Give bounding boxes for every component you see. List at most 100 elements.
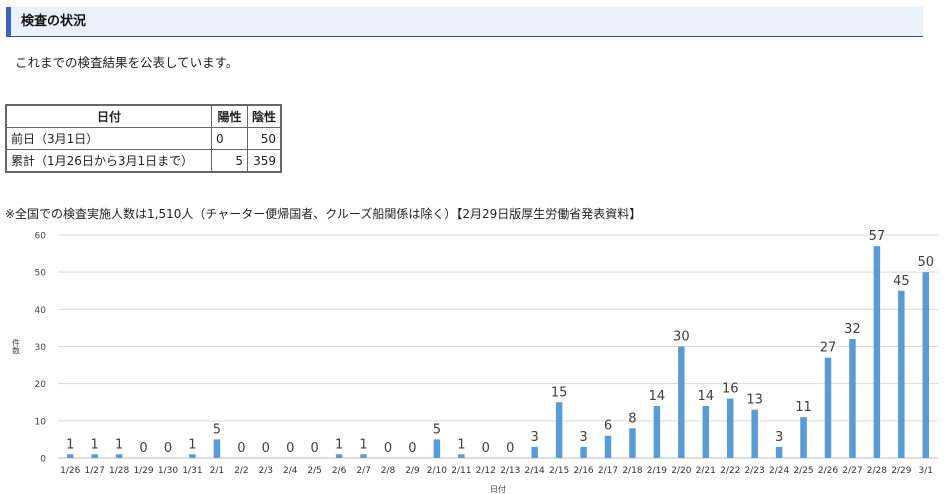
- bar: [653, 405, 661, 458]
- x-tick-label: 2/11: [451, 466, 471, 476]
- y-tick-label: 40: [35, 306, 47, 316]
- y-axis-label: 件数: [12, 338, 21, 356]
- table-header-row: 日付 陽性 陰性: [5, 104, 282, 128]
- data-label: 6: [604, 419, 612, 434]
- x-tick-label: 2/12: [476, 466, 496, 476]
- y-tick-label: 10: [35, 417, 47, 427]
- y-tick-label: 20: [35, 380, 47, 390]
- x-tick-label: 2/9: [405, 466, 420, 476]
- y-tick-label: 0: [40, 455, 46, 465]
- x-tick-label: 2/2: [234, 466, 248, 476]
- x-tick-label: 2/19: [647, 466, 667, 476]
- bar: [702, 405, 710, 458]
- data-label: 15: [551, 385, 568, 400]
- data-label: 0: [506, 441, 514, 456]
- x-tick-label: 2/27: [842, 466, 862, 476]
- row-negative: 359: [247, 149, 282, 173]
- table-row: 累計（1月26日から3月1日まで） 5 359: [5, 149, 282, 173]
- data-label: 0: [237, 441, 245, 456]
- bar: [189, 454, 196, 458]
- x-tick-label: 1/27: [85, 466, 105, 476]
- x-tick-label: 2/25: [793, 466, 813, 476]
- x-tick-label: 2/8: [381, 466, 396, 476]
- data-label: 13: [746, 393, 763, 408]
- x-tick-label: 2/16: [573, 466, 593, 476]
- y-tick-label: 60: [35, 232, 47, 242]
- x-tick-label: 2/21: [696, 466, 716, 476]
- data-label: 1: [66, 437, 74, 452]
- bar: [800, 417, 807, 458]
- data-label: 57: [869, 229, 886, 244]
- bar: [775, 446, 783, 458]
- x-tick-label: 1/29: [133, 466, 153, 476]
- x-tick-label: 2/20: [671, 466, 691, 476]
- header-negative: 陰性: [247, 104, 282, 128]
- data-label: 1: [335, 437, 343, 452]
- data-label: 0: [482, 441, 490, 456]
- bar: [91, 454, 98, 458]
- row-positive: 5: [211, 149, 248, 173]
- data-label: 5: [433, 422, 441, 437]
- x-tick-label: 2/1: [210, 466, 224, 476]
- x-tick-label: 1/30: [158, 466, 178, 476]
- section-title: 検査の状況: [21, 14, 87, 29]
- table-row: 前日（3月1日） 0 50: [5, 127, 282, 150]
- bar: [335, 454, 343, 458]
- x-tick-label: 2/13: [500, 466, 520, 476]
- data-label: 1: [188, 437, 196, 452]
- data-label: 1: [359, 437, 367, 452]
- data-label: 30: [673, 330, 690, 345]
- header-date: 日付: [5, 104, 212, 128]
- bar: [433, 439, 441, 458]
- bar: [629, 428, 636, 458]
- note-text: ※全国での検査実施人数は1,510人（チャーター便帰国者、クルーズ船関係は除く）…: [5, 207, 642, 221]
- results-table: 日付 陽性 陰性 前日（3月1日） 0 50 累計（1月26日から3月1日まで）…: [5, 104, 282, 173]
- bar: [555, 402, 563, 458]
- data-label: 1: [115, 437, 123, 452]
- data-label: 0: [139, 441, 147, 456]
- row-negative: 50: [247, 127, 282, 150]
- data-label: 32: [844, 322, 861, 337]
- row-label: 前日（3月1日）: [5, 127, 212, 150]
- x-tick-label: 2/26: [818, 466, 838, 476]
- data-label: 14: [649, 389, 666, 404]
- x-tick-label: 2/24: [769, 466, 789, 476]
- data-label: 5: [213, 422, 221, 437]
- data-label: 11: [795, 400, 812, 415]
- data-label: 0: [164, 441, 172, 456]
- bar: [458, 454, 465, 458]
- x-tick-label: 2/14: [525, 466, 545, 476]
- bar: [922, 272, 930, 458]
- bar: [873, 246, 881, 458]
- data-label: 0: [384, 441, 392, 456]
- x-tick-label: 1/26: [60, 466, 80, 476]
- bar: [213, 439, 221, 458]
- x-tick-label: 2/15: [549, 466, 569, 476]
- data-label: 50: [918, 255, 935, 270]
- header-positive: 陽性: [211, 104, 248, 128]
- x-tick-label: 2/10: [427, 466, 447, 476]
- data-label: 16: [722, 382, 739, 397]
- data-label: 8: [628, 411, 636, 426]
- x-tick-label: 3/1: [919, 466, 933, 476]
- data-label: 3: [775, 430, 783, 445]
- intro-text: これまでの検査結果を公表しています。: [15, 55, 239, 70]
- bar: [360, 454, 367, 458]
- section-header: 検査の状況: [6, 7, 923, 37]
- data-label: 3: [579, 430, 587, 445]
- y-tick-label: 30: [35, 343, 47, 353]
- bar: [751, 409, 758, 458]
- bar: [604, 435, 612, 458]
- bar: [849, 339, 856, 458]
- data-label: 45: [893, 274, 910, 289]
- x-tick-label: 2/28: [867, 466, 887, 476]
- x-tick-label: 2/29: [891, 466, 911, 476]
- bar: [115, 454, 123, 458]
- data-label: 0: [311, 441, 319, 456]
- x-tick-label: 2/17: [598, 466, 618, 476]
- data-label: 0: [286, 441, 294, 456]
- x-tick-label: 1/31: [182, 466, 202, 476]
- bar: [726, 398, 734, 458]
- bar: [898, 290, 905, 458]
- bar: [531, 446, 538, 458]
